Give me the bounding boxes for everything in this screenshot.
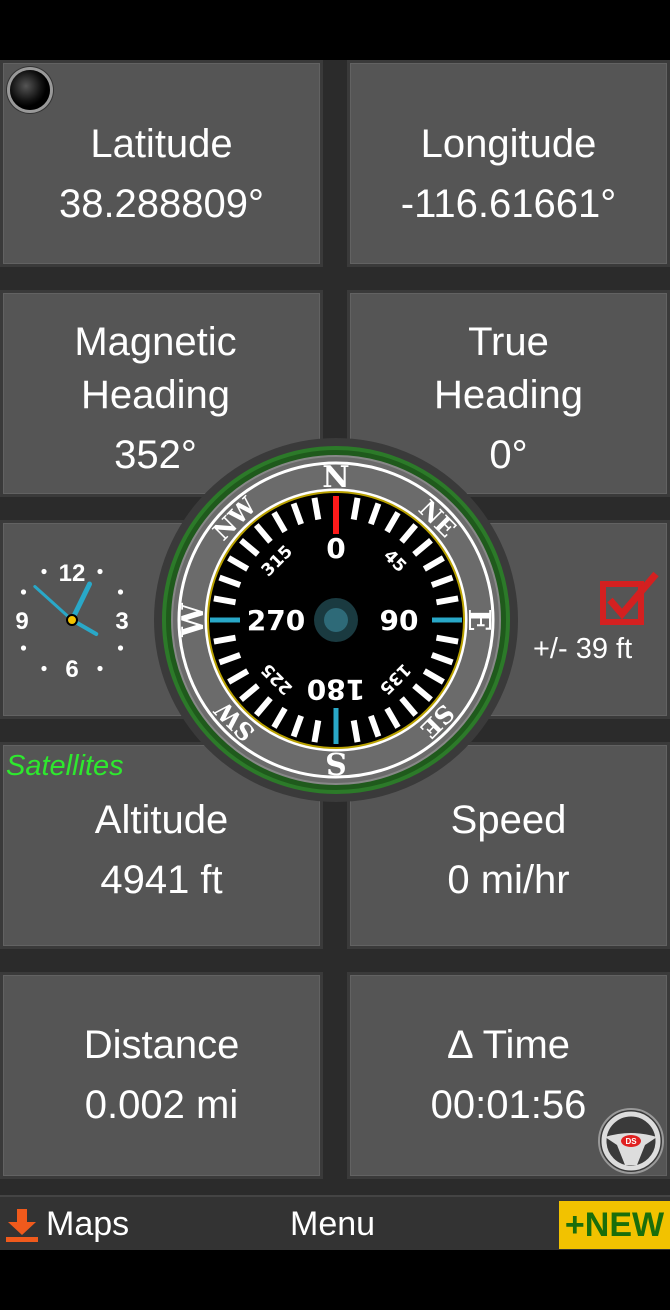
- compass-cardinal-e: E: [461, 609, 496, 632]
- status-bar: [0, 0, 670, 60]
- compass-tick: [213, 595, 237, 606]
- accuracy-value: +/- 39 ft: [533, 633, 633, 665]
- clock-center: [66, 614, 78, 626]
- satellites-link[interactable]: Satellites: [6, 750, 124, 783]
- compass-tick: [435, 595, 459, 606]
- clock-dot: [97, 665, 103, 672]
- latitude-value: 38.288809°: [58, 182, 265, 226]
- altitude-value: 4941 ft: [100, 858, 223, 902]
- speed-value: 0 mi/hr: [447, 858, 570, 902]
- compass-cardinal-s: S: [325, 745, 347, 780]
- clock-dot: [97, 568, 103, 575]
- clock-icon: 12 3 6 9: [15, 560, 128, 683]
- clock-dot: [117, 645, 124, 651]
- clock-dot: [41, 568, 47, 575]
- accuracy-check-icon[interactable]: [600, 570, 660, 626]
- steering-wheel-icon[interactable]: DS: [597, 1107, 665, 1175]
- bottom-bar: Maps Menu +NEW: [0, 1195, 670, 1252]
- ds-badge-text: DS: [625, 1137, 637, 1146]
- clock-numeral: 12: [59, 560, 86, 587]
- distance-value: 0.002 mi: [84, 1083, 239, 1127]
- maps-label: Maps: [46, 1205, 130, 1243]
- compass-tick: [213, 634, 237, 645]
- clock-numeral: 3: [115, 608, 128, 635]
- delta-time-label: Δ Time: [446, 1023, 571, 1067]
- compass-number-90: 90: [380, 604, 419, 637]
- longitude-value: -116.61661°: [400, 182, 617, 226]
- compass-tick: [311, 497, 322, 521]
- clock-numeral: 9: [15, 608, 28, 635]
- clock-dot: [20, 589, 27, 595]
- compass-cardinal-n: N: [322, 460, 349, 495]
- distance-label: Distance: [83, 1023, 240, 1067]
- magnetic-heading-label-2: Heading: [80, 373, 230, 417]
- clock-minute-hand: [33, 585, 74, 622]
- compass-cardinal-w: W: [176, 602, 211, 638]
- magnetic-heading-label-1: Magnetic: [74, 320, 237, 364]
- download-icon: [6, 1208, 38, 1242]
- maps-button[interactable]: Maps: [0, 1197, 129, 1252]
- gps-status-indicator[interactable]: [10, 70, 50, 110]
- clock-numeral: 6: [65, 656, 78, 683]
- clock-dot: [117, 589, 124, 595]
- new-button[interactable]: +NEW: [559, 1201, 670, 1249]
- navigation-bar: [0, 1250, 670, 1310]
- compass-tick: [350, 497, 361, 521]
- clock-dot: [20, 645, 27, 651]
- latitude-label: Latitude: [90, 122, 233, 166]
- menu-button[interactable]: Menu: [290, 1197, 375, 1252]
- clock-dot: [41, 665, 47, 672]
- compass-tick: [311, 719, 322, 743]
- compass-tick: [435, 634, 459, 645]
- compass-number-0: 0: [326, 532, 345, 565]
- distance-panel: Distance 0.002 mi: [0, 972, 323, 1179]
- compass-center: [324, 608, 348, 632]
- compass-icon: NESWNESESWNW09018027045135225315: [154, 438, 518, 802]
- compass-tick: [350, 719, 361, 743]
- compass-number-270: 270: [247, 604, 305, 637]
- true-heading-label-1: True: [468, 320, 549, 364]
- longitude-label: Longitude: [420, 122, 597, 166]
- true-heading-label-2: Heading: [433, 373, 583, 417]
- longitude-panel: Longitude -116.61661°: [347, 60, 670, 267]
- compass-number-180: 180: [307, 673, 365, 706]
